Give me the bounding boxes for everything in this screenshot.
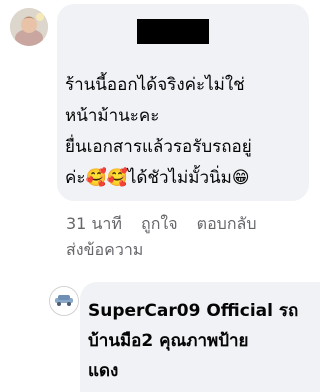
reply-button[interactable]: ตอบกลับ [197,211,257,237]
comment-timestamp: 31 นาที [66,214,122,233]
comment-actions: 31 นาที ถูกใจ ตอบกลับ ส่งข้อความ [66,211,306,263]
redacted-commenter-name [137,19,209,44]
commenter-avatar[interactable] [10,8,48,46]
like-button[interactable]: ถูกใจ [141,211,178,237]
commenter-avatar-image [10,8,48,46]
reply-author-and-text[interactable]: SuperCar09 Official รถ บ้านมือ2 คุณภาพป้… [88,296,313,386]
send-message-button[interactable]: ส่งข้อความ [66,237,143,263]
reply-author-avatar[interactable] [49,286,79,316]
supercar-logo-icon [50,287,78,315]
comment-text: ร้านนี้ออกได้จริงค่ะไม่ใช่ หน้าม้านะคะ ย… [65,75,252,188]
